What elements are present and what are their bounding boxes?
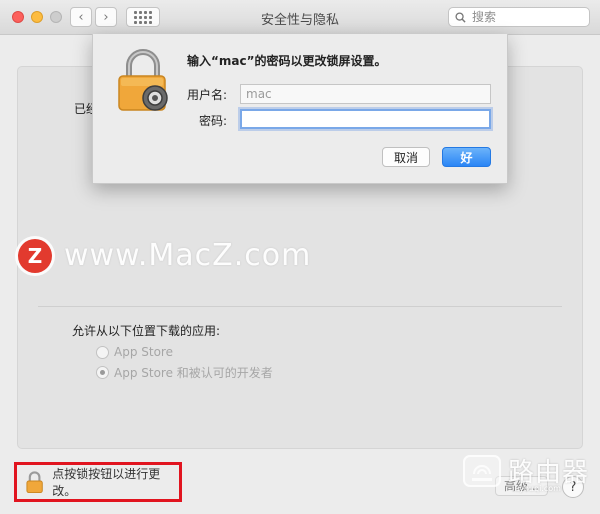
- radio-button-selected[interactable]: [96, 366, 109, 379]
- ok-button[interactable]: 好: [442, 147, 491, 167]
- lock-hint-text: 点按锁按钮以进行更改。: [52, 467, 161, 498]
- option-label: App Store: [114, 345, 173, 359]
- search-input[interactable]: [470, 9, 584, 25]
- search-icon: [455, 11, 466, 23]
- radio-button[interactable]: [96, 345, 109, 359]
- auth-dialog: 输入“mac”的密码以更改锁屏设置。 用户名: 密码: 取消 好: [92, 34, 508, 184]
- macz-logo-icon: Z: [18, 238, 52, 273]
- search-field[interactable]: [448, 7, 590, 27]
- lock-icon[interactable]: [25, 470, 44, 494]
- password-field[interactable]: [240, 109, 491, 129]
- dialog-prompt: 输入“mac”的密码以更改锁屏设置。: [187, 54, 387, 68]
- allow-apps-label: 允许从以下位置下载的应用:: [72, 324, 221, 338]
- divider: [38, 306, 562, 307]
- title-bar: ‹ › 安全性与隐私: [0, 0, 600, 35]
- username-field[interactable]: [240, 84, 491, 104]
- corner-watermark-url: luyouqi.com: [512, 484, 561, 493]
- watermark-text: www.MacZ.com: [64, 238, 312, 273]
- padlock-gear-icon: [118, 49, 168, 111]
- password-label: 密码:: [198, 114, 227, 128]
- option-label: App Store 和被认可的开发者: [114, 366, 273, 380]
- router-icon: [463, 454, 501, 487]
- username-label: 用户名:: [186, 88, 227, 102]
- cancel-button[interactable]: 取消: [382, 147, 430, 167]
- option-app-store-identified[interactable]: App Store 和被认可的开发者: [96, 364, 273, 381]
- lock-area[interactable]: 点按锁按钮以进行更改。: [14, 462, 182, 502]
- option-app-store[interactable]: App Store: [96, 345, 173, 359]
- watermark: Z www.MacZ.com: [18, 238, 311, 273]
